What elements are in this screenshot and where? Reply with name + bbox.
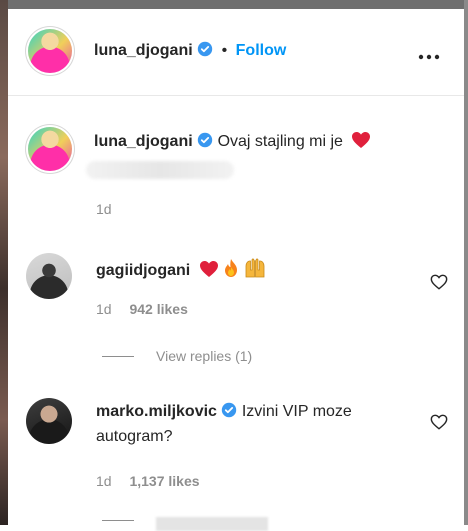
author-username[interactable]: luna_djogani (94, 42, 193, 59)
comment-username[interactable]: gagiidjogani (96, 262, 190, 279)
commenter-avatar[interactable] (26, 398, 72, 444)
red-heart-emoji (351, 131, 371, 154)
comment-time: 1d (96, 301, 112, 317)
view-replies-button[interactable]: View replies (1) (156, 348, 252, 364)
like-heart-icon[interactable] (430, 273, 448, 291)
separator-dot: • (221, 42, 228, 59)
background-photo-edge (0, 0, 8, 525)
caption-text: Ovaj stajling mi je (217, 133, 343, 150)
heart-emoji (199, 260, 219, 283)
caption-line: luna_djogani Ovaj stajling mi je (94, 131, 371, 154)
comment-likes[interactable]: 1,137 likes (129, 473, 199, 489)
comment-text-continued: autogram? (96, 428, 173, 445)
comment-line: gagiidjogani ❤️🔥🙌 (96, 258, 266, 283)
author-line: luna_djogani • Follow (94, 41, 286, 62)
fire-emoji (223, 258, 239, 283)
follow-button[interactable]: Follow (236, 42, 287, 59)
replies-divider (102, 356, 134, 357)
caption-time: 1d (96, 201, 112, 217)
commenter-avatar[interactable] (26, 253, 72, 299)
replies-divider (102, 520, 134, 521)
comment-meta: 1d 1,137 likes (96, 473, 200, 489)
like-heart-icon[interactable] (430, 413, 448, 431)
browser-top-strip (0, 0, 468, 9)
author-avatar[interactable] (28, 29, 72, 73)
more-options-icon[interactable] (418, 47, 440, 65)
comment-username[interactable]: marko.miljkovic (96, 403, 217, 420)
comment-likes[interactable]: 942 likes (129, 301, 187, 317)
comment-text: Izvini VIP moze (241, 403, 352, 420)
scrollbar-edge (464, 0, 468, 525)
comment-line: marko.miljkovic Izvini VIP moze (96, 402, 352, 423)
raised-hands-emoji (244, 258, 266, 283)
blurred-caption-text (86, 161, 234, 179)
comments-panel: luna_djogani • Follow luna_djogani Ovaj … (8, 9, 464, 531)
verified-badge-icon (221, 402, 237, 423)
comment-time: 1d (96, 473, 112, 489)
verified-badge-icon (197, 132, 213, 153)
comment-meta: 1d 942 likes (96, 301, 188, 317)
verified-badge-icon (197, 41, 213, 62)
view-replies-button-cropped[interactable] (156, 517, 268, 531)
caption-username[interactable]: luna_djogani (94, 133, 193, 150)
post-header: luna_djogani • Follow (8, 9, 464, 96)
caption-avatar[interactable] (28, 127, 72, 171)
